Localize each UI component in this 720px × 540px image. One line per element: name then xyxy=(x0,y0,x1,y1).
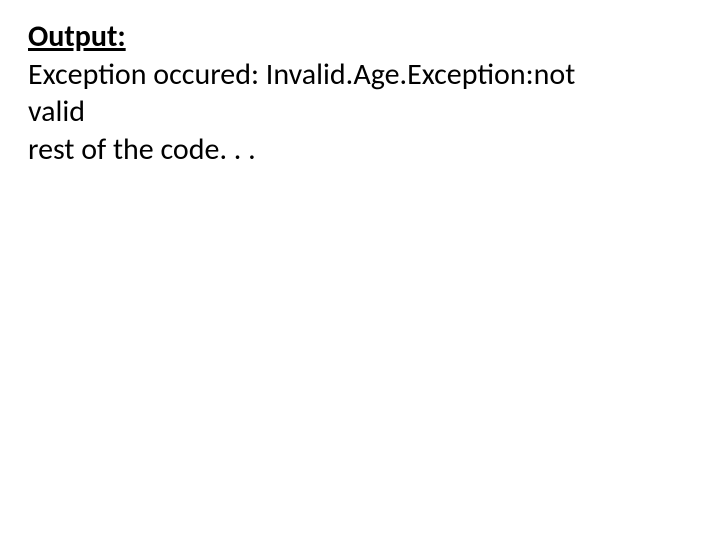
output-line-1: Exception occured: Invalid.Age.Exception… xyxy=(28,56,692,94)
output-line-2: valid xyxy=(28,93,692,131)
slide: Output: Exception occured: Invalid.Age.E… xyxy=(0,0,720,540)
output-line-3: rest of the code. . . xyxy=(28,131,692,169)
output-heading: Output: xyxy=(28,18,692,56)
